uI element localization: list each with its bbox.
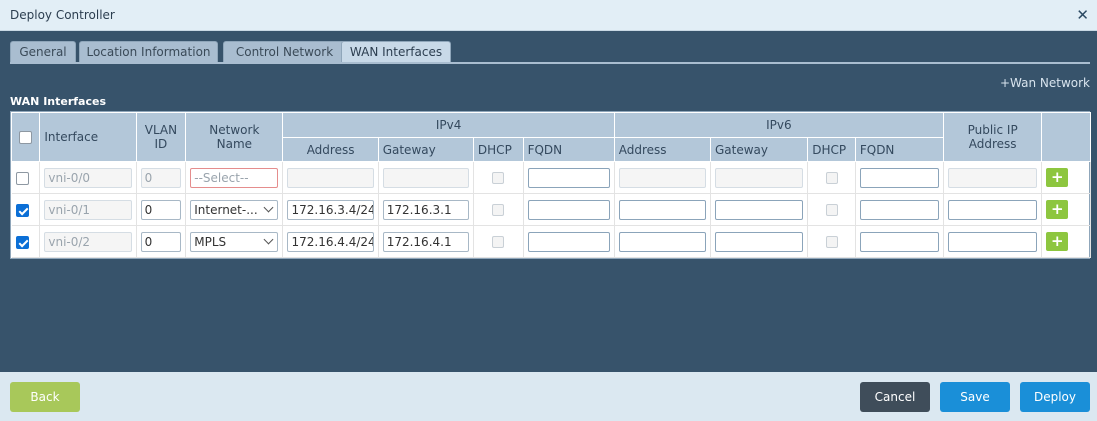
ipv6-dhcp-checkbox xyxy=(825,172,838,184)
tab-underline xyxy=(10,62,1090,64)
ipv4-fqdn-field[interactable] xyxy=(527,167,610,188)
col-vlan-id: VLAN ID xyxy=(135,112,187,162)
row-select-cell xyxy=(11,225,41,258)
interface-field: vni-0/2 xyxy=(44,231,132,252)
save-button[interactable]: Save xyxy=(940,382,1010,412)
vlan-id-field: 0 xyxy=(140,167,182,188)
col-ipv4-dhcp: DHCP xyxy=(472,137,524,162)
tab-wan-interfaces[interactable]: WAN Interfaces xyxy=(341,41,451,63)
row-checkbox[interactable] xyxy=(15,203,29,217)
network-name-value: MPLS xyxy=(194,234,227,249)
ipv6-gateway-field[interactable] xyxy=(714,231,804,252)
add-wan-network-link[interactable]: +Wan Network xyxy=(1000,76,1090,90)
ipv4-address-field xyxy=(287,167,374,188)
ipv4-gateway-field xyxy=(382,167,469,188)
vlan-id-field[interactable]: 0 xyxy=(140,231,182,252)
col-ipv6-address: Address xyxy=(613,137,711,162)
ipv6-fqdn-field[interactable] xyxy=(859,199,939,220)
col-ipv6-dhcp: DHCP xyxy=(807,137,856,162)
ipv4-dhcp-checkbox xyxy=(492,172,505,184)
dialog-title: Deploy Controller xyxy=(10,8,115,22)
vlan-id-field[interactable]: 0 xyxy=(140,199,182,220)
select-all-checkbox[interactable] xyxy=(19,131,33,144)
plus-icon[interactable]: + xyxy=(1046,168,1069,187)
col-network-name: Network Name xyxy=(185,112,284,162)
ipv4-fqdn-field[interactable] xyxy=(527,231,610,252)
network-name-select[interactable]: MPLS xyxy=(190,231,279,252)
table-row: vni-0/0 0 --Select-- + xyxy=(11,161,1091,194)
col-ipv6-fqdn: FQDN xyxy=(854,137,945,162)
ipv4-fqdn-field[interactable] xyxy=(527,199,610,220)
close-icon[interactable]: ✕ xyxy=(1076,6,1089,24)
chevron-down-icon xyxy=(264,202,274,212)
public-ip-field[interactable] xyxy=(948,199,1038,220)
network-name-select[interactable]: --Select-- xyxy=(190,167,279,188)
ipv6-fqdn-field[interactable] xyxy=(859,231,939,252)
table-row: vni-0/2 0 MPLS 172.16.4.4/24 172.16.4.1 … xyxy=(11,225,1091,258)
ipv4-dhcp-checkbox[interactable] xyxy=(492,236,505,248)
table-header-row: Interface VLAN ID Network Name IPv4 IPv6… xyxy=(10,112,1091,162)
row-select-cell xyxy=(11,161,41,194)
col-ipv6-gateway: Gateway xyxy=(709,137,809,162)
back-button[interactable]: Back xyxy=(10,382,80,412)
network-name-select[interactable]: Internet-... xyxy=(190,199,279,220)
dialog-titlebar: Deploy Controller ✕ xyxy=(0,0,1097,31)
interface-field: vni-0/1 xyxy=(44,199,132,220)
ipv6-dhcp-checkbox[interactable] xyxy=(825,204,838,216)
ipv4-address-field[interactable]: 172.16.3.4/24 xyxy=(287,199,374,220)
plus-icon[interactable]: + xyxy=(1046,200,1069,219)
ipv4-dhcp-checkbox[interactable] xyxy=(492,204,505,216)
public-ip-field[interactable] xyxy=(948,231,1038,252)
select-all-cell xyxy=(10,112,41,162)
tab-control-network[interactable]: Control Network xyxy=(223,41,346,63)
wan-interfaces-table: Interface VLAN ID Network Name IPv4 IPv6… xyxy=(10,111,1091,259)
interface-field: vni-0/0 xyxy=(44,167,132,188)
public-ip-field xyxy=(948,167,1038,188)
network-name-value: Internet-... xyxy=(194,202,258,217)
ipv6-dhcp-checkbox[interactable] xyxy=(825,236,838,248)
ipv6-gateway-field xyxy=(714,167,804,188)
chevron-down-icon xyxy=(264,234,274,244)
col-ipv4-fqdn: FQDN xyxy=(522,137,615,162)
ipv6-address-field[interactable] xyxy=(618,199,706,220)
deploy-button[interactable]: Deploy xyxy=(1020,382,1090,412)
plus-icon[interactable]: + xyxy=(1046,232,1069,251)
tab-general[interactable]: General xyxy=(10,41,76,63)
row-select-cell xyxy=(11,193,41,226)
ipv4-address-field[interactable]: 172.16.4.4/24 xyxy=(287,231,374,252)
ipv4-gateway-field[interactable]: 172.16.3.1 xyxy=(382,199,469,220)
col-ipv4-gateway: Gateway xyxy=(377,137,474,162)
col-ipv6: IPv6 xyxy=(613,112,945,138)
table-row: vni-0/1 0 Internet-... 172.16.3.4/24 172… xyxy=(11,193,1091,226)
col-actions xyxy=(1041,112,1091,162)
section-title: WAN Interfaces xyxy=(10,95,106,108)
cancel-button[interactable]: Cancel xyxy=(860,382,930,412)
row-checkbox[interactable] xyxy=(15,171,29,185)
row-checkbox[interactable] xyxy=(15,235,29,249)
ipv4-gateway-field[interactable]: 172.16.4.1 xyxy=(382,231,469,252)
col-ipv4: IPv4 xyxy=(282,112,615,138)
col-interface: Interface xyxy=(39,112,137,162)
ipv6-address-field xyxy=(618,167,706,188)
ipv6-gateway-field[interactable] xyxy=(714,199,804,220)
dialog-footer: Back Cancel Save Deploy xyxy=(0,372,1097,421)
col-public-ip: Public IP Address xyxy=(942,112,1043,162)
tab-location-information[interactable]: Location Information xyxy=(79,41,218,63)
ipv6-fqdn-field[interactable] xyxy=(859,167,939,188)
col-ipv4-address: Address xyxy=(282,137,379,162)
dialog-body: General Location Information Control Net… xyxy=(0,31,1097,372)
ipv6-address-field[interactable] xyxy=(618,231,706,252)
